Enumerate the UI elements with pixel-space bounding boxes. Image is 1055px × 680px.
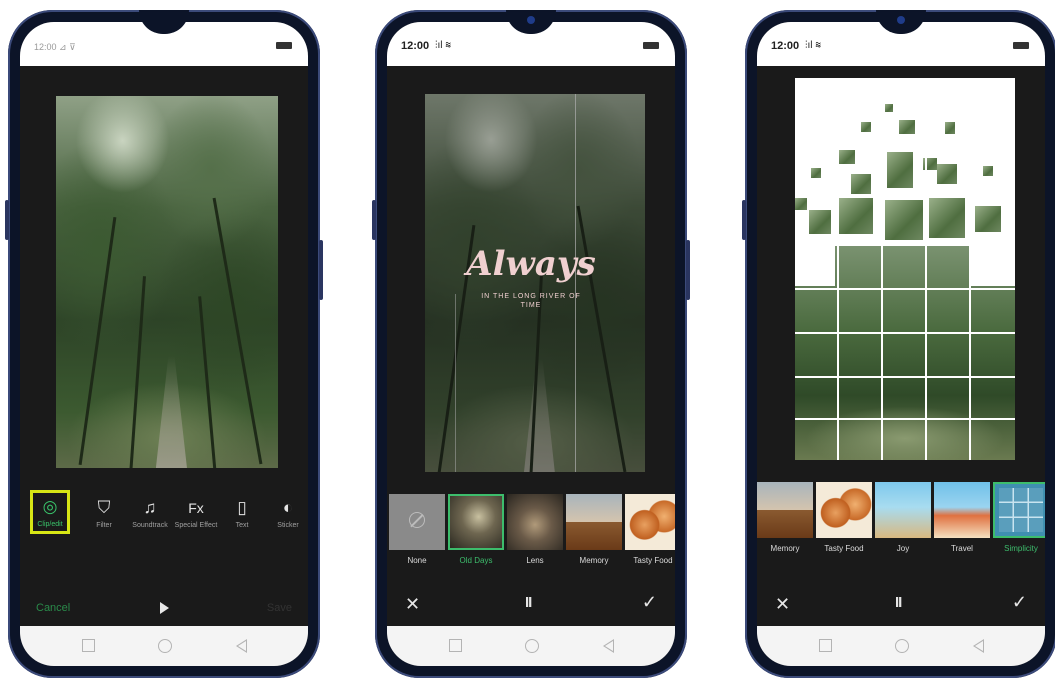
music-icon: ♫ xyxy=(143,498,157,517)
theme-old-days[interactable] xyxy=(448,494,504,550)
confirm-icon[interactable]: ✓ xyxy=(1012,592,1027,613)
theme-label: Memory xyxy=(579,556,609,565)
battery-icon xyxy=(1013,42,1029,49)
tool-clip[interactable]: ◎ Clip/edit xyxy=(30,490,70,534)
status-time: 12:00 xyxy=(771,40,800,52)
theme-lens[interactable] xyxy=(507,494,563,550)
tool-soundtrack[interactable]: ♫ Soundtrack xyxy=(128,496,172,530)
confirm-icon[interactable]: ✓ xyxy=(642,592,657,613)
recents-icon[interactable] xyxy=(819,639,832,652)
signal-wifi-icon: ⫶ıl ≋ xyxy=(805,40,822,51)
tool-sticker[interactable]: ◐ Sticker xyxy=(266,496,308,530)
volume-button xyxy=(5,200,9,240)
tool-filter[interactable]: ⛉ Filter xyxy=(82,496,126,530)
playback-controls: ✕ II ✓ xyxy=(387,586,675,626)
theme-label: Memory xyxy=(770,544,800,553)
theme-travel[interactable] xyxy=(934,482,990,538)
theme-label: Simplicity xyxy=(1004,544,1038,553)
navigation-bar xyxy=(757,626,1045,666)
navigation-bar xyxy=(387,626,675,666)
theme-list: None Old Days Lens Memory Tasty Food xyxy=(387,494,675,574)
phone-2: 12:00 ⫶ıl ≋ Always IN THE LONG RIVER OF … xyxy=(372,10,690,678)
volume-button xyxy=(742,200,746,240)
power-button xyxy=(319,240,323,300)
back-icon[interactable] xyxy=(603,639,614,653)
camera-icon xyxy=(897,16,905,24)
theme-label: Tasty Food xyxy=(633,556,673,565)
theme-none[interactable] xyxy=(389,494,445,550)
camera-icon xyxy=(527,16,535,24)
none-icon xyxy=(409,512,425,528)
screen: 12:00 ⫶ıl ≋ Always IN THE LONG RIVER OF … xyxy=(387,22,675,666)
overlay-title: Always xyxy=(466,244,596,284)
recents-icon[interactable] xyxy=(449,639,462,652)
theme-joy[interactable] xyxy=(875,482,931,538)
close-icon[interactable]: ✕ xyxy=(405,594,420,615)
video-preview[interactable] xyxy=(56,96,278,468)
home-icon[interactable] xyxy=(895,639,909,653)
home-icon[interactable] xyxy=(525,639,539,653)
editor-actions: Cancel Save xyxy=(20,590,308,626)
navigation-bar xyxy=(20,626,308,666)
pause-icon[interactable]: II xyxy=(895,594,902,611)
status-time: 12:00 xyxy=(401,40,430,52)
phone-3: 12:00 ⫶ıl ≋ Memory Tasty Food Joy Travel… xyxy=(742,10,1055,678)
cancel-button[interactable]: Cancel xyxy=(36,602,70,614)
screen: 12:00 ⫶ıl ≋ Memory Tasty Food Joy Travel… xyxy=(757,22,1045,666)
back-icon[interactable] xyxy=(973,639,984,653)
volume-button xyxy=(372,200,376,240)
close-icon[interactable]: ✕ xyxy=(775,594,790,615)
tool-label: Soundtrack xyxy=(132,522,168,529)
screen: 12:00 ⊿ ⊽ ◎ Clip/edit ⛉ Filter ♫ Soundtr… xyxy=(20,22,308,666)
theme-memory[interactable] xyxy=(757,482,813,538)
pause-icon[interactable]: II xyxy=(525,594,532,611)
signal-wifi-icon: ⫶ıl ≋ xyxy=(435,40,452,51)
theme-tasty-food[interactable] xyxy=(625,494,675,550)
tool-text[interactable]: ▯ Text xyxy=(220,496,264,530)
tool-special-effect[interactable]: Fx Special Effect xyxy=(174,496,218,530)
clip-icon: ◎ xyxy=(42,497,58,516)
back-icon[interactable] xyxy=(236,639,247,653)
tool-label: Text xyxy=(235,522,249,529)
theme-tasty-food[interactable] xyxy=(816,482,872,538)
editor-toolbar: ◎ Clip/edit ⛉ Filter ♫ Soundtrack Fx Spe… xyxy=(20,490,308,556)
playback-controls: ✕ II ✓ xyxy=(757,586,1045,626)
phone-1: 12:00 ⊿ ⊽ ◎ Clip/edit ⛉ Filter ♫ Soundtr… xyxy=(5,10,323,678)
play-icon[interactable] xyxy=(160,602,169,614)
theme-label: Tasty Food xyxy=(824,544,864,553)
theme-memory[interactable] xyxy=(566,494,622,550)
theme-list: Memory Tasty Food Joy Travel Simplicity xyxy=(757,482,1045,562)
filter-icon: ⛉ xyxy=(97,498,111,517)
save-button[interactable]: Save xyxy=(267,602,292,614)
fx-icon: Fx xyxy=(188,500,204,516)
battery-icon xyxy=(643,42,659,49)
theme-label: None xyxy=(407,556,427,565)
status-time: 12:00 ⊿ ⊽ xyxy=(34,42,76,52)
tool-label: Special Effect xyxy=(174,522,218,529)
video-preview[interactable] xyxy=(795,78,1015,460)
theme-label: Old Days xyxy=(459,556,493,565)
theme-simplicity[interactable] xyxy=(993,482,1045,538)
theme-view: Always IN THE LONG RIVER OF TIME None Ol… xyxy=(387,66,675,626)
editor-view: ◎ Clip/edit ⛉ Filter ♫ Soundtrack Fx Spe… xyxy=(20,66,308,626)
theme-label: Lens xyxy=(526,556,544,565)
tool-label: Clip/edit xyxy=(37,521,63,528)
theme-view: Memory Tasty Food Joy Travel Simplicity … xyxy=(757,66,1045,626)
recents-icon[interactable] xyxy=(82,639,95,652)
tool-label: Filter xyxy=(96,522,112,529)
tool-label: Sticker xyxy=(277,522,299,529)
text-icon: ▯ xyxy=(237,498,247,517)
home-icon[interactable] xyxy=(158,639,172,653)
theme-label: Travel xyxy=(951,544,973,553)
theme-label: Joy xyxy=(896,544,910,553)
power-button xyxy=(686,240,690,300)
sticker-icon: ◐ xyxy=(282,498,294,517)
simplicity-grid-icon xyxy=(999,488,1043,532)
battery-icon xyxy=(276,42,292,49)
overlay-subtitle: IN THE LONG RIVER OF TIME xyxy=(481,293,581,309)
